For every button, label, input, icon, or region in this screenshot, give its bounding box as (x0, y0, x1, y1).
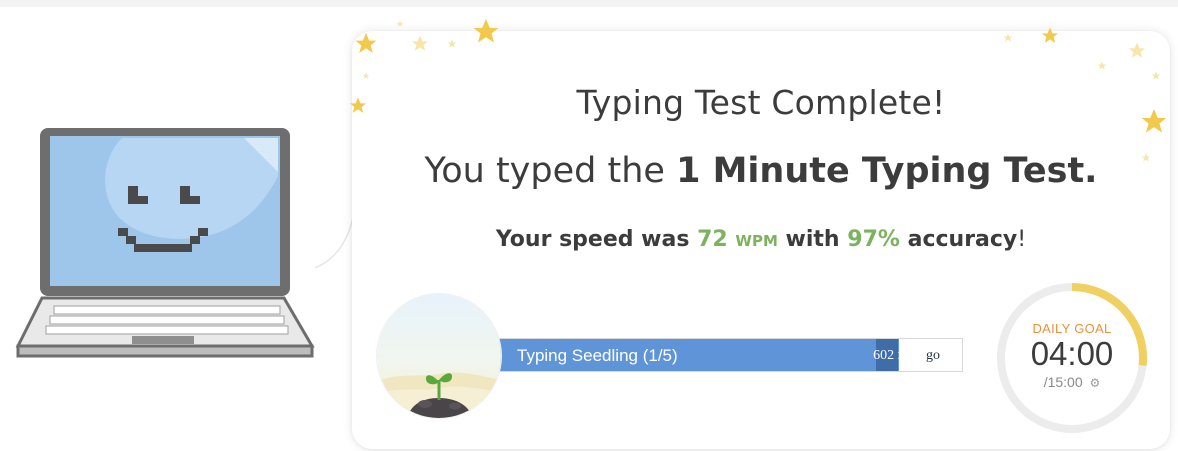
exclamation: ! (1017, 227, 1027, 252)
test-summary: You typed the 1 Minute Typing Test. (352, 151, 1170, 191)
daily-goal-label: DAILY GOAL (1032, 321, 1112, 336)
accuracy-suffix: accuracy (907, 227, 1018, 252)
daily-goal-widget[interactable]: DAILY GOAL 04:00 /15:00 ⚙ (995, 281, 1149, 435)
laptop-mascot-icon (15, 128, 315, 358)
xp-suffix: go (926, 348, 940, 363)
gear-icon[interactable]: ⚙ (1090, 376, 1101, 390)
daily-goal-time: 04:00 (1030, 335, 1114, 372)
speed-summary: Your speed was 72 WPM with 97% accuracy! (352, 227, 1170, 252)
star-icon (396, 20, 404, 27)
xp-remaining: 602 xp togo (873, 348, 940, 364)
daily-goal-total-row: /15:00 ⚙ (995, 374, 1149, 390)
xp-value: 602 (873, 348, 895, 363)
wpm-value: 72 (697, 227, 728, 252)
test-name: 1 Minute Typing Test. (676, 151, 1098, 191)
seedling-badge (377, 294, 501, 418)
speed-prefix: Your speed was (495, 227, 690, 252)
xp-progress-bar: Typing Seedling (1/5) 602 xp togo (498, 338, 963, 372)
subtitle-prefix: You typed the (424, 151, 665, 191)
seedling-icon (377, 294, 501, 418)
daily-goal-total: /15:00 (1043, 374, 1083, 390)
level-name: Typing Seedling (1/5) (517, 346, 678, 365)
xp-unit: xp to (897, 348, 926, 363)
result-title: Typing Test Complete! (576, 83, 946, 122)
top-strip (0, 0, 1178, 7)
accuracy-value: 97% (847, 227, 900, 252)
result-card: Typing Test Complete! You typed the 1 Mi… (352, 31, 1170, 449)
with-text: with (785, 227, 840, 252)
wpm-unit: WPM (735, 232, 778, 250)
